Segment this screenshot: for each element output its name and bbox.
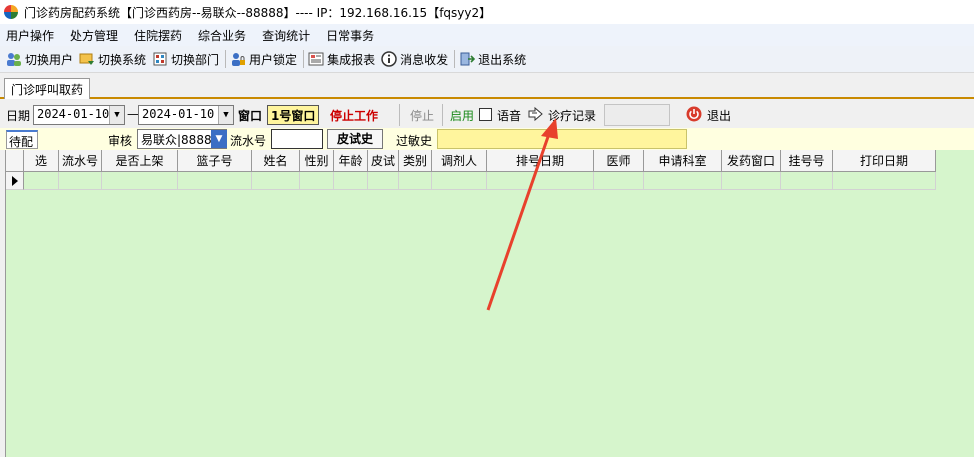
report-icon — [308, 52, 324, 66]
review-bar: 待配 审核 易联众|8888 ▼ 流水号 皮试史 过敏史 — [0, 128, 974, 150]
title-bar: 门诊药房配药系统【门诊西药房--易联众--88888】---- IP：192.1… — [0, 0, 974, 24]
records-button[interactable]: 诊疗记录 — [548, 107, 596, 124]
grid-cell[interactable] — [594, 172, 644, 190]
reviewer-dropdown-icon[interactable]: ▼ — [211, 130, 227, 148]
row-pointer-icon — [6, 172, 24, 190]
users-icon — [7, 53, 21, 66]
tab-bar: 门诊呼叫取药 — [0, 73, 974, 99]
column-header[interactable]: 调剂人 — [432, 150, 487, 172]
column-header[interactable]: 篮子号 — [178, 150, 252, 172]
menu-bar: 用户操作 处方管理 住院摆药 综合业务 查询统计 日常事务 — [0, 24, 974, 46]
column-header[interactable]: 性别 — [300, 150, 334, 172]
records-status-box — [604, 104, 670, 126]
toolbar: 切换用户 切换系统 切换部门 用户锁定 集成报表 消息收发 退出系统 — [0, 46, 974, 73]
date-from-picker[interactable]: 2024-01-10 ▼ — [33, 105, 125, 125]
date-to-picker[interactable]: 2024-01-10 ▼ — [138, 105, 234, 125]
skin-test-button[interactable]: 皮试史 — [327, 129, 383, 149]
column-header[interactable]: 医师 — [594, 150, 644, 172]
column-header[interactable]: 皮试 — [368, 150, 399, 172]
column-header[interactable]: 选 — [24, 150, 59, 172]
column-header[interactable]: 发药窗口 — [722, 150, 781, 172]
column-header[interactable]: 排号日期 — [487, 150, 594, 172]
grid-cell[interactable] — [252, 172, 300, 190]
column-header[interactable]: 类别 — [399, 150, 432, 172]
menu-query[interactable]: 查询统计 — [262, 27, 310, 44]
column-header[interactable]: 流水号 — [59, 150, 102, 172]
switch-dept-button[interactable]: 切换部门 — [152, 51, 219, 68]
exit-button[interactable]: 退出 — [707, 107, 731, 124]
allergy-label: 过敏史 — [396, 134, 433, 148]
tab-outpatient-call[interactable]: 门诊呼叫取药 — [4, 78, 91, 99]
review-label: 审核 — [108, 134, 133, 148]
filter-bar: 日期 2024-01-10 ▼ — 2024-01-10 ▼ 窗口 1号窗口 停… — [0, 101, 974, 127]
enable-button[interactable]: 启用 — [450, 107, 474, 124]
column-header[interactable]: 是否上架 — [102, 150, 178, 172]
dispensing-grid: 选 流水号 是否上架 篮子号 姓名 性别 年龄 皮试 类别 调剂人 排号日期 医… — [5, 150, 974, 457]
power-off-icon[interactable] — [686, 106, 702, 122]
window-title: 门诊药房配药系统【门诊西药房--易联众--88888】---- IP：192.1… — [24, 5, 492, 20]
grid-cell[interactable] — [300, 172, 334, 190]
tab-pending[interactable]: 待配 — [6, 130, 38, 149]
lock-user-button[interactable]: 用户锁定 — [230, 51, 297, 68]
grid-cell[interactable] — [432, 172, 487, 190]
date-label: 日期 — [6, 109, 31, 123]
grid-header: 选 流水号 是否上架 篮子号 姓名 性别 年龄 皮试 类别 调剂人 排号日期 医… — [6, 150, 936, 172]
toolbar-separator — [303, 50, 305, 68]
switch-user-button[interactable]: 切换用户 — [6, 51, 73, 68]
serial-label: 流水号 — [230, 134, 267, 148]
records-icon[interactable] — [528, 106, 544, 122]
allergy-field[interactable] — [437, 129, 687, 149]
grid-cell[interactable] — [487, 172, 594, 190]
messages-button[interactable]: 消息收发 — [381, 51, 448, 68]
switch-system-button[interactable]: 切换系统 — [79, 51, 146, 68]
separator — [399, 104, 400, 126]
grid-cell[interactable] — [59, 172, 102, 190]
grid-cell[interactable] — [722, 172, 781, 190]
stop-button[interactable]: 停止 — [410, 107, 434, 124]
department-icon — [153, 52, 167, 66]
menu-business[interactable]: 综合业务 — [198, 27, 246, 44]
column-header[interactable]: 年龄 — [334, 150, 368, 172]
exit-system-button[interactable]: 退出系统 — [459, 51, 526, 68]
grid-cell[interactable] — [334, 172, 368, 190]
grid-cell[interactable] — [399, 172, 432, 190]
dropdown-arrow-icon[interactable]: ▼ — [109, 106, 124, 124]
separator — [442, 104, 443, 126]
menu-daily[interactable]: 日常事务 — [326, 27, 374, 44]
voice-checkbox[interactable] — [479, 108, 492, 121]
window-label: 窗口 — [238, 109, 263, 123]
menu-inpatient[interactable]: 住院摆药 — [134, 27, 182, 44]
grid-cell[interactable] — [781, 172, 833, 190]
menu-user-ops[interactable]: 用户操作 — [6, 27, 54, 44]
column-header[interactable]: 挂号号 — [781, 150, 833, 172]
menu-prescription[interactable]: 处方管理 — [70, 27, 118, 44]
toolbar-separator — [225, 50, 227, 68]
table-row[interactable] — [6, 172, 936, 190]
report-button[interactable]: 集成报表 — [308, 51, 375, 68]
info-message-icon — [381, 51, 397, 67]
stop-work-status: 停止工作 — [330, 109, 379, 123]
window-value: 1号窗口 — [267, 105, 320, 125]
column-header[interactable]: 申请科室 — [644, 150, 722, 172]
serial-input[interactable] — [271, 129, 323, 149]
grid-cell[interactable] — [24, 172, 59, 190]
grid-cell[interactable] — [644, 172, 722, 190]
grid-cell[interactable] — [833, 172, 936, 190]
grid-cell[interactable] — [102, 172, 178, 190]
exit-door-icon — [460, 52, 476, 66]
voice-label: 语音 — [497, 109, 522, 123]
swap-system-icon — [79, 53, 95, 65]
dropdown-arrow-icon[interactable]: ▼ — [218, 106, 233, 124]
grid-corner — [6, 150, 24, 172]
toolbar-separator — [454, 50, 456, 68]
grid-cell[interactable] — [178, 172, 252, 190]
user-lock-icon — [232, 53, 246, 66]
column-header[interactable]: 打印日期 — [833, 150, 936, 172]
app-logo-icon — [4, 5, 18, 19]
grid-cell[interactable] — [368, 172, 399, 190]
column-header[interactable]: 姓名 — [252, 150, 300, 172]
